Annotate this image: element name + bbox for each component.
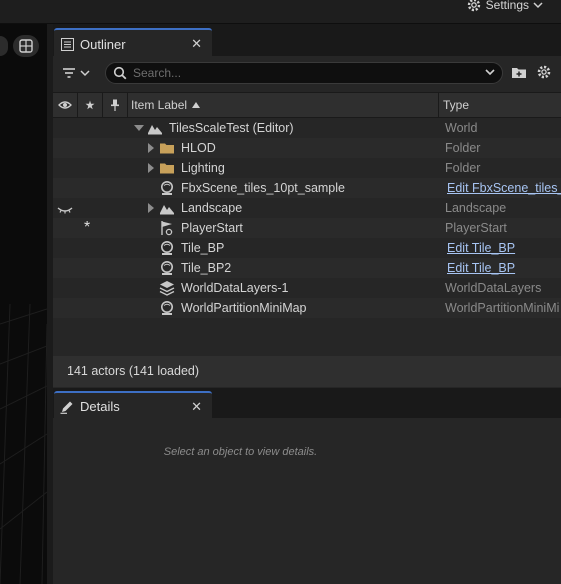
- row-label: WorldDataLayers-1: [181, 281, 289, 295]
- row-type: Folder: [445, 161, 481, 175]
- expand-arrow-icon[interactable]: [148, 163, 154, 173]
- row-label: PlayerStart: [181, 221, 243, 235]
- expand-arrow-icon[interactable]: [148, 203, 154, 213]
- eye-icon: [58, 101, 72, 109]
- row-type: PlayerStart: [445, 221, 507, 235]
- hidden-eye-icon[interactable]: [57, 202, 73, 218]
- row-label: Tile_BP2: [181, 261, 232, 275]
- row-type: Landscape: [445, 201, 507, 215]
- search-history-chevron-icon[interactable]: [484, 66, 496, 78]
- row-type: Folder: [445, 141, 481, 155]
- edit-blueprint-link[interactable]: Edit Tile_BP: [447, 241, 515, 255]
- item-label-header-text: Item Label: [131, 98, 188, 112]
- settings-button[interactable]: Settings: [466, 0, 543, 14]
- outliner-row[interactable]: Lighting Folder: [53, 158, 561, 178]
- data-layers-icon: [159, 281, 175, 296]
- chevron-down-icon: [80, 70, 90, 77]
- player-start-icon: [161, 221, 173, 236]
- outliner-row[interactable]: Landscape Landscape: [53, 198, 561, 218]
- settings-label: Settings: [485, 0, 529, 12]
- chevron-down-icon: [533, 2, 543, 9]
- close-icon[interactable]: ✕: [191, 399, 202, 415]
- details-panel: [53, 418, 561, 584]
- pencil-icon: [60, 401, 73, 414]
- outliner-row[interactable]: Tile_BP2 Edit Tile_BP: [53, 258, 561, 278]
- tab-outliner-label: Outliner: [80, 36, 126, 52]
- add-folder-icon[interactable]: [511, 64, 527, 80]
- outliner-row[interactable]: Tile_BP Edit Tile_BP: [53, 238, 561, 258]
- tab-details[interactable]: Details ✕: [54, 391, 212, 420]
- search-box[interactable]: [105, 62, 503, 84]
- actor-icon: [161, 181, 173, 195]
- details-tab-bar: Details ✕: [53, 388, 561, 420]
- visibility-column-header[interactable]: [53, 93, 78, 117]
- viewport-layout-button[interactable]: [13, 35, 39, 57]
- details-empty-hint: Select an object to view details.: [163, 446, 318, 458]
- star-icon: [85, 100, 95, 110]
- outliner-tab-bar: Outliner ✕: [53, 24, 561, 58]
- expand-arrow-icon[interactable]: [134, 125, 144, 131]
- world-icon: [148, 125, 162, 135]
- level-viewport[interactable]: [0, 24, 47, 584]
- row-type: World: [445, 121, 478, 135]
- pinned-star-marker[interactable]: *: [84, 219, 90, 237]
- type-header-text: Type: [443, 98, 470, 112]
- row-label: FbxScene_tiles_10pt_sample: [181, 181, 345, 195]
- grid-icon: [19, 39, 33, 53]
- row-label: Lighting: [181, 161, 225, 175]
- item-label-column-header[interactable]: Item Label: [128, 93, 439, 117]
- actor-count-text: 141 actors (141 loaded): [67, 364, 200, 378]
- pin-column-header[interactable]: [103, 93, 128, 117]
- filter-icon: [63, 68, 75, 78]
- row-label: HLOD: [181, 141, 216, 155]
- gear-icon: [467, 0, 480, 12]
- actor-icon: [161, 301, 173, 315]
- expand-arrow-icon[interactable]: [148, 143, 154, 153]
- edit-blueprint-link[interactable]: Edit FbxScene_tiles_: [447, 181, 561, 195]
- outliner-status-bar: 141 actors (141 loaded): [53, 356, 561, 387]
- outliner-column-header: Item Label Type: [53, 92, 561, 118]
- pinned-column-header[interactable]: [78, 93, 103, 117]
- filter-button[interactable]: [61, 63, 97, 83]
- sort-ascending-icon: [192, 102, 201, 108]
- outliner-icon: [61, 37, 74, 51]
- outliner-row[interactable]: * PlayerStart PlayerStart: [53, 218, 561, 238]
- outliner-row[interactable]: TilesScaleTest (Editor) World: [53, 118, 561, 138]
- row-type: WorldPartitionMiniMi: [445, 301, 560, 315]
- row-label: TilesScaleTest (Editor): [169, 121, 294, 135]
- outliner-row[interactable]: WorldPartitionMiniMap WorldPartitionMini…: [53, 298, 561, 318]
- type-column-header[interactable]: Type: [439, 93, 561, 117]
- tab-outliner[interactable]: Outliner ✕: [54, 28, 212, 58]
- viewport-grid: [0, 303, 47, 584]
- landscape-icon: [160, 205, 174, 215]
- folder-icon: [160, 163, 174, 174]
- actor-icon: [161, 261, 173, 275]
- row-label: WorldPartitionMiniMap: [181, 301, 307, 315]
- outliner-row[interactable]: FbxScene_tiles_10pt_sample Edit FbxScene…: [53, 178, 561, 198]
- outliner-settings-gear-icon[interactable]: [536, 64, 552, 80]
- search-input[interactable]: [131, 65, 475, 81]
- row-label: Tile_BP: [181, 241, 225, 255]
- edit-blueprint-link[interactable]: Edit Tile_BP: [447, 261, 515, 275]
- outliner-row[interactable]: WorldDataLayers-1 WorldDataLayers: [53, 278, 561, 298]
- row-type: WorldDataLayers: [445, 281, 542, 295]
- pin-icon: [111, 99, 119, 111]
- close-icon[interactable]: ✕: [191, 36, 202, 52]
- tab-details-label: Details: [80, 399, 120, 414]
- actor-icon: [161, 241, 173, 255]
- search-icon: [113, 66, 127, 80]
- folder-icon: [160, 143, 174, 154]
- row-label: Landscape: [181, 201, 243, 215]
- outliner-row[interactable]: HLOD Folder: [53, 138, 561, 158]
